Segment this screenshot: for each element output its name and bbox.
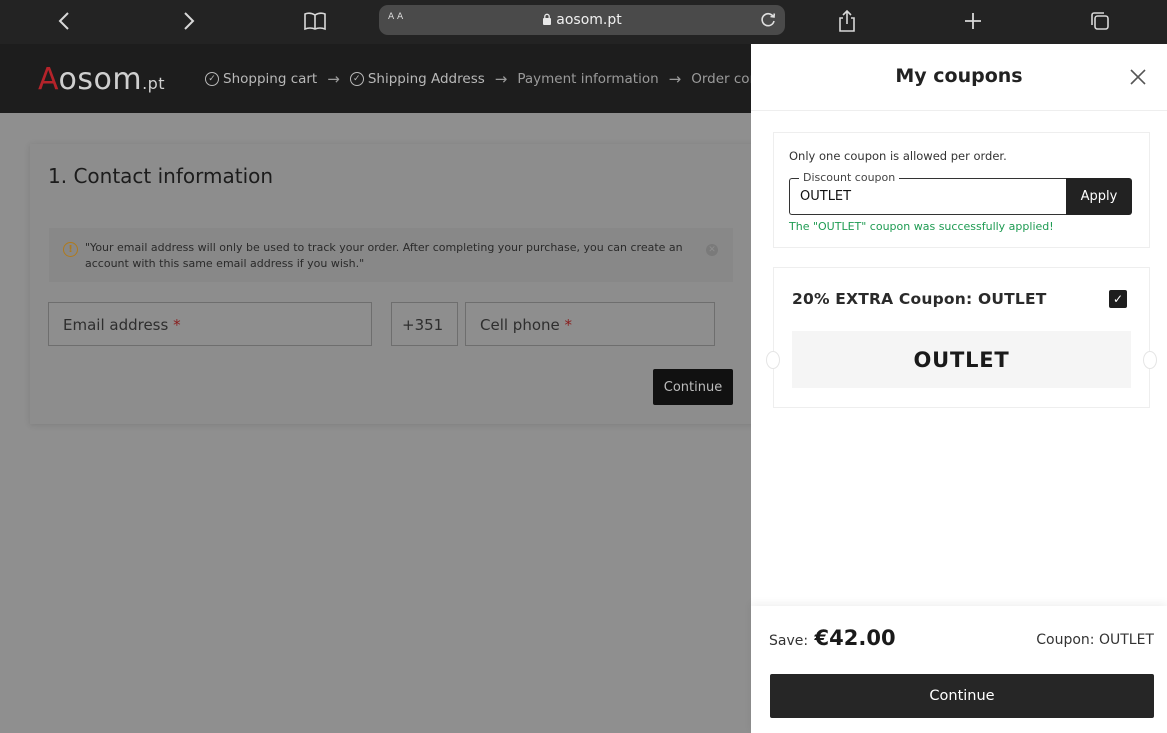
ticket-notch (1143, 351, 1157, 369)
coupon-name: 20% EXTRA Coupon: OUTLET (792, 290, 1047, 308)
url-label: aosom.pt (556, 12, 622, 28)
checkbox-checked-icon[interactable]: ✓ (1109, 290, 1127, 308)
email-placeholder: Email address (63, 316, 169, 334)
contact-card: 1. Contact information ! "Your email add… (30, 144, 770, 424)
logo-tld: .pt (142, 74, 166, 93)
warning-icon: ! (63, 242, 78, 257)
email-notice: ! "Your email address will only be used … (49, 228, 733, 282)
required-mark: * (173, 316, 181, 334)
apply-button[interactable]: Apply (1066, 178, 1132, 215)
reload-icon[interactable] (757, 9, 779, 31)
bookmarks-icon[interactable] (299, 6, 331, 36)
discount-coupon-input[interactable]: Discount coupon OUTLET (789, 171, 1067, 215)
country-code-select[interactable]: +351 (391, 302, 458, 346)
arrow-right-icon: → (494, 70, 508, 88)
input-value: OUTLET (800, 189, 852, 204)
tabs-overview-icon[interactable] (1084, 6, 1116, 36)
url-text: aosom.pt (379, 12, 785, 28)
coupon-code: OUTLET (792, 331, 1131, 388)
panel-continue-button[interactable]: Continue (770, 674, 1154, 718)
input-legend: Discount coupon (799, 171, 900, 184)
step-shipping-address[interactable]: ✓ Shipping Address (349, 71, 485, 87)
arrow-right-icon: → (327, 70, 340, 88)
save-amount: €42.00 (814, 626, 896, 650)
share-icon[interactable] (831, 6, 863, 36)
aosom-logo[interactable]: Aosom.pt (38, 62, 165, 97)
step-shopping-cart[interactable]: ✓ Shopping cart (205, 71, 317, 87)
logo-initial: A (38, 62, 59, 97)
coupon-card[interactable]: 20% EXTRA Coupon: OUTLET ✓ OUTLET (766, 267, 1157, 408)
step-label: Shipping Address (367, 71, 485, 87)
check-circle-icon: ✓ (205, 72, 219, 86)
close-icon[interactable]: ✕ (706, 244, 718, 256)
savings-summary: Save: €42.00 (769, 626, 896, 650)
new-tab-icon[interactable] (957, 6, 989, 36)
success-message: The "OUTLET" coupon was successfully app… (789, 220, 1054, 233)
close-icon[interactable] (1127, 66, 1149, 88)
step-label: Shopping cart (223, 71, 318, 87)
notice-text: "Your email address will only be used to… (85, 241, 683, 270)
forward-icon[interactable] (173, 6, 205, 36)
contact-continue-button[interactable]: Continue (653, 369, 733, 405)
checkout-main: 1. Contact information ! "Your email add… (0, 113, 770, 733)
phone-placeholder: Cell phone (480, 316, 560, 334)
email-field[interactable]: Email address * (48, 302, 372, 346)
cell-phone-field[interactable]: Cell phone * (465, 302, 715, 346)
applied-coupon-label: Coupon: OUTLET (1036, 632, 1154, 648)
contact-title: 1. Contact information (48, 164, 274, 188)
back-icon[interactable] (48, 6, 80, 36)
coupon-rule-text: Only one coupon is allowed per order. (789, 149, 1007, 163)
check-circle-icon: ✓ (349, 72, 364, 86)
arrow-right-icon: → (668, 70, 682, 88)
browser-toolbar: A A aosom.pt (0, 0, 1167, 44)
save-label: Save: (769, 633, 809, 649)
address-bar[interactable]: A A aosom.pt (379, 5, 785, 35)
step-label: Payment information (517, 71, 659, 87)
ticket-notch (766, 351, 780, 369)
lock-icon (543, 13, 552, 25)
step-payment-information: Payment information (517, 71, 658, 87)
required-mark: * (564, 316, 573, 334)
country-code-value: +351 (402, 316, 444, 334)
logo-text: osom (58, 62, 143, 97)
coupon-entry: Only one coupon is allowed per order. Di… (773, 132, 1150, 248)
panel-title: My coupons (895, 65, 1023, 87)
coupons-panel: My coupons Only one coupon is allowed pe… (751, 44, 1167, 733)
checkout-steps: ✓ Shopping cart → ✓ Shipping Address → P… (205, 70, 771, 88)
panel-header: My coupons (751, 44, 1167, 111)
panel-footer: Save: €42.00 Coupon: OUTLET Continue (751, 606, 1167, 733)
